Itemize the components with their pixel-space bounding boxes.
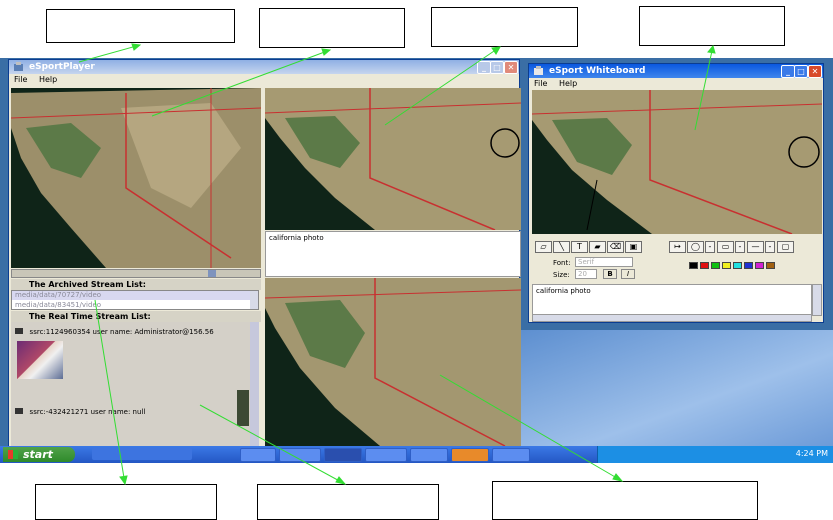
annotation-arrows xyxy=(78,43,716,486)
arrow-1 xyxy=(78,44,141,63)
arrow-4 xyxy=(694,45,714,131)
arrow-head-6 xyxy=(335,476,347,485)
arrow-6 xyxy=(199,404,346,485)
arrow-3 xyxy=(384,46,501,126)
arrow-7 xyxy=(439,374,623,482)
arrow-head-3 xyxy=(491,46,501,55)
arrow-head-7 xyxy=(612,473,624,482)
arrow-head-5 xyxy=(119,475,128,486)
arrow-head-1 xyxy=(131,43,142,51)
arrow-5 xyxy=(94,299,126,485)
arrow-2 xyxy=(151,49,331,117)
arrow-head-2 xyxy=(321,48,332,56)
arrow-head-4 xyxy=(707,44,716,54)
